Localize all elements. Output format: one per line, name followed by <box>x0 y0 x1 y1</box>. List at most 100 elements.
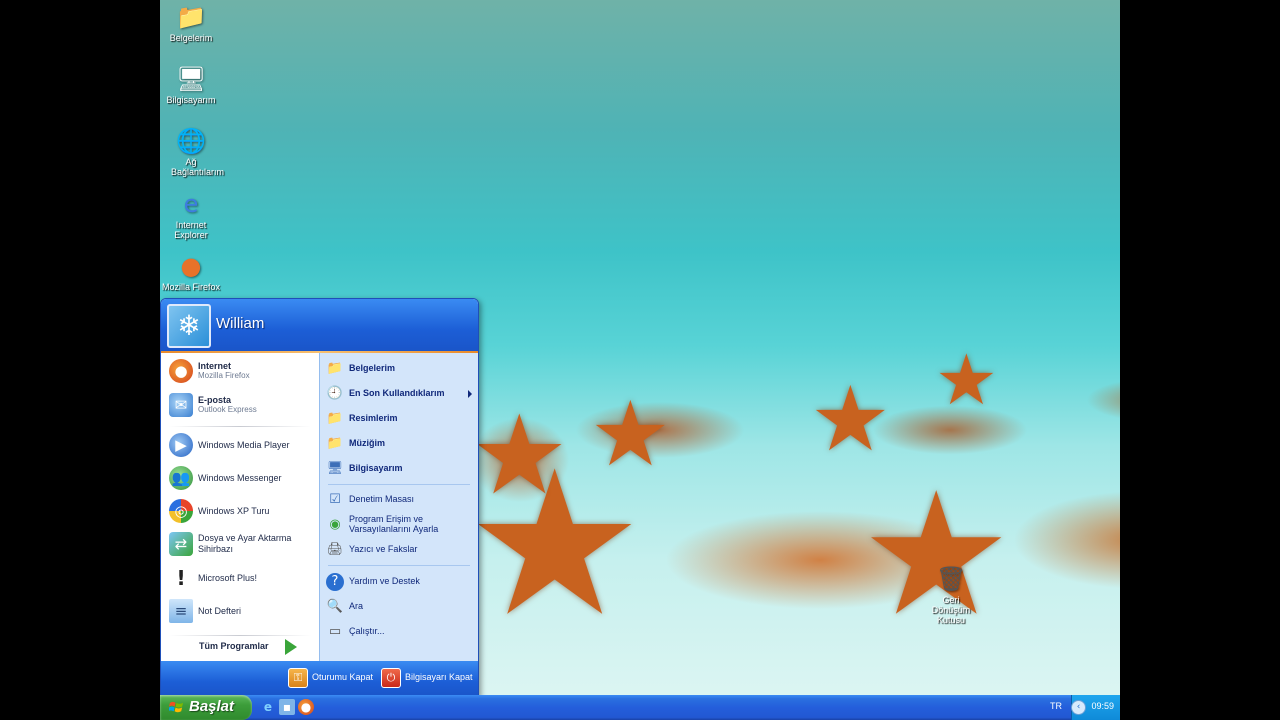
help-icon: ? <box>326 573 344 591</box>
start-menu: ❄ William ● Internet Mozilla Firefox ✉ E… <box>160 298 479 697</box>
desktop-icon-label: Internet Explorer <box>174 220 208 240</box>
wallpaper-starfish: ★ <box>935 339 998 421</box>
notepad-icon: ≡ <box>169 599 193 623</box>
all-programs-label: Tüm Programlar <box>199 641 269 651</box>
menu-item-label: Windows Media Player <box>198 440 290 450</box>
media-player-icon: ▶ <box>169 433 193 457</box>
menu-item-my-music[interactable]: 📁 Müziğim <box>326 433 474 455</box>
menu-item-label: Windows Messenger <box>198 473 282 483</box>
my-computer-icon: 🖥 <box>176 65 207 93</box>
start-menu-right-pane: 📁 Belgelerim 🕘 En Son Kullandıklarım 📁 R… <box>319 353 478 661</box>
menu-item-label: Yardım ve Destek <box>349 576 420 586</box>
desktop-icon-recycle-bin[interactable]: 🗑 Geri Dönüşüm Kutusu <box>919 565 983 625</box>
outlook-express-icon: ✉ <box>169 393 193 417</box>
menu-item-title: E-posta <box>198 395 232 405</box>
menu-item-microsoft-plus[interactable]: ! Microsoft Plus! <box>167 563 315 593</box>
desktop-icon-label: Belgelerim <box>169 33 213 43</box>
menu-item-printers-faxes[interactable]: 🖨 Yazıcı ve Fakslar <box>326 539 474 561</box>
menu-item-transfer-wizard[interactable]: ⇄ Dosya ve Ayar Aktarma Sihirbazı <box>167 529 315 563</box>
wallpaper-starfish: ★ <box>810 367 891 472</box>
user-name: William <box>216 315 265 332</box>
music-folder-icon: 📁 <box>326 436 344 451</box>
desktop-icon-firefox[interactable]: ● Mozilla Firefox <box>160 252 223 292</box>
menu-item-notepad[interactable]: ≡ Not Defteri <box>167 596 315 626</box>
menu-item-label: Bilgisayarım <box>349 463 403 473</box>
menu-item-email[interactable]: ✉ E-posta Outlook Express <box>167 390 315 420</box>
menu-item-title: Internet <box>198 361 232 371</box>
menu-item-label: Ara <box>349 601 364 611</box>
quicklaunch-show-desktop-icon[interactable]: ▪ <box>279 699 295 715</box>
windows-logo-icon <box>169 701 184 713</box>
menu-item-label: Belgelerim <box>349 363 396 373</box>
menu-item-my-documents[interactable]: 📁 Belgelerim <box>326 358 474 380</box>
exclamation-icon: ! <box>176 566 186 590</box>
program-access-icon: ◉ <box>329 517 341 532</box>
run-icon: ▭ <box>328 624 342 639</box>
start-menu-left-pane: ● Internet Mozilla Firefox ✉ E-posta Out… <box>161 353 319 661</box>
desktop-icon-label: Mozilla Firefox <box>161 282 220 292</box>
firefox-icon: ● <box>169 359 193 383</box>
menu-item-windows-xp-tour[interactable]: ◎ Windows XP Turu <box>167 496 315 526</box>
pictures-folder-icon: 📁 <box>326 411 344 426</box>
start-button[interactable]: Başlat <box>160 695 252 720</box>
folder-icon: 📁 <box>326 361 344 376</box>
menu-item-windows-messenger[interactable]: 👥 Windows Messenger <box>167 463 315 493</box>
menu-item-recent-documents[interactable]: 🕘 En Son Kullandıklarım <box>326 383 474 405</box>
recent-documents-icon: 🕘 <box>326 386 344 401</box>
menu-item-my-computer[interactable]: 🖥 Bilgisayarım <box>326 458 474 480</box>
key-icon: ⚿ <box>288 668 308 688</box>
recycle-bin-icon: 🗑 <box>936 565 967 593</box>
quicklaunch-ie-icon[interactable]: e <box>260 699 276 715</box>
menu-item-label: Not Defteri <box>198 606 242 616</box>
menu-item-help-support[interactable]: ? Yardım ve Destek <box>326 571 474 593</box>
my-computer-icon: 🖥 <box>326 461 344 476</box>
desktop-icon-network[interactable]: 🌐 Ağ Bağlantılarım <box>160 127 225 177</box>
control-panel-icon: ☑ <box>329 492 341 507</box>
desktop-icon-label: Bilgisayarım <box>166 95 216 105</box>
network-icon: 🌐 <box>176 127 206 155</box>
wallpaper-starfish: ★ <box>470 391 569 519</box>
user-avatar[interactable]: ❄ <box>167 304 211 348</box>
quicklaunch-firefox-icon[interactable]: ● <box>298 699 314 715</box>
menu-item-label: Müziğim <box>349 438 385 448</box>
menu-item-program-access[interactable]: ◉ Program Erişim ve Varsayılanlarını Aya… <box>326 514 474 536</box>
submenu-arrow-icon <box>468 390 472 398</box>
separator <box>169 426 311 427</box>
separator <box>328 484 470 485</box>
menu-item-label: Dosya ve Ayar Aktarma Sihirbazı <box>198 533 292 554</box>
menu-item-subtitle: Outlook Express <box>198 405 257 414</box>
menu-item-my-pictures[interactable]: 📁 Resimlerim <box>326 408 474 430</box>
desktop-icon-label: Ağ Bağlantılarım <box>171 157 225 177</box>
menu-item-label: Denetim Masası <box>349 494 415 504</box>
menu-item-label: Program Erişim ve Varsayılanlarını Ayarl… <box>349 514 439 534</box>
start-menu-footer: ⚿ Oturumu Kapat ⏻ Bilgisayarı Kapat <box>161 661 478 696</box>
green-arrow-icon <box>285 639 297 655</box>
ie-icon: e <box>183 190 199 218</box>
menu-item-label: Resimlerim <box>349 413 398 423</box>
printer-icon: 🖨 <box>326 542 344 557</box>
shut-down-label: Bilgisayarı Kapat <box>405 672 473 682</box>
search-icon: 🔍 <box>326 599 344 614</box>
menu-item-run[interactable]: ▭ Çalıştır... <box>326 621 474 643</box>
desktop-icon-my-documents[interactable]: 📁 Belgelerim <box>160 3 223 43</box>
xp-tour-icon: ◎ <box>169 499 193 523</box>
transfer-wizard-icon: ⇄ <box>169 532 193 556</box>
clock[interactable]: 09:59 <box>1091 701 1114 711</box>
start-menu-header: ❄ William <box>161 299 478 351</box>
tray-expand-icon[interactable]: ‹ <box>1071 700 1086 715</box>
menu-item-label: Microsoft Plus! <box>198 573 258 583</box>
wallpaper-starfish: ★ <box>590 382 671 487</box>
power-icon: ⏻ <box>381 668 401 688</box>
separator <box>328 565 470 566</box>
menu-item-internet[interactable]: ● Internet Mozilla Firefox <box>167 356 315 386</box>
log-off-label: Oturumu Kapat <box>312 672 374 682</box>
menu-item-label: Yazıcı ve Fakslar <box>349 544 418 554</box>
menu-item-windows-media-player[interactable]: ▶ Windows Media Player <box>167 430 315 460</box>
start-label: Başlat <box>189 698 235 715</box>
language-indicator[interactable]: TR <box>1050 701 1062 711</box>
desktop-icon-internet-explorer[interactable]: e Internet Explorer <box>160 190 223 240</box>
menu-item-search[interactable]: 🔍 Ara <box>326 596 474 618</box>
menu-item-control-panel[interactable]: ☑ Denetim Masası <box>326 489 474 511</box>
desktop-icon-my-computer[interactable]: 🖥 Bilgisayarım <box>160 65 223 105</box>
all-programs-button[interactable]: Tüm Programlar <box>161 632 319 662</box>
